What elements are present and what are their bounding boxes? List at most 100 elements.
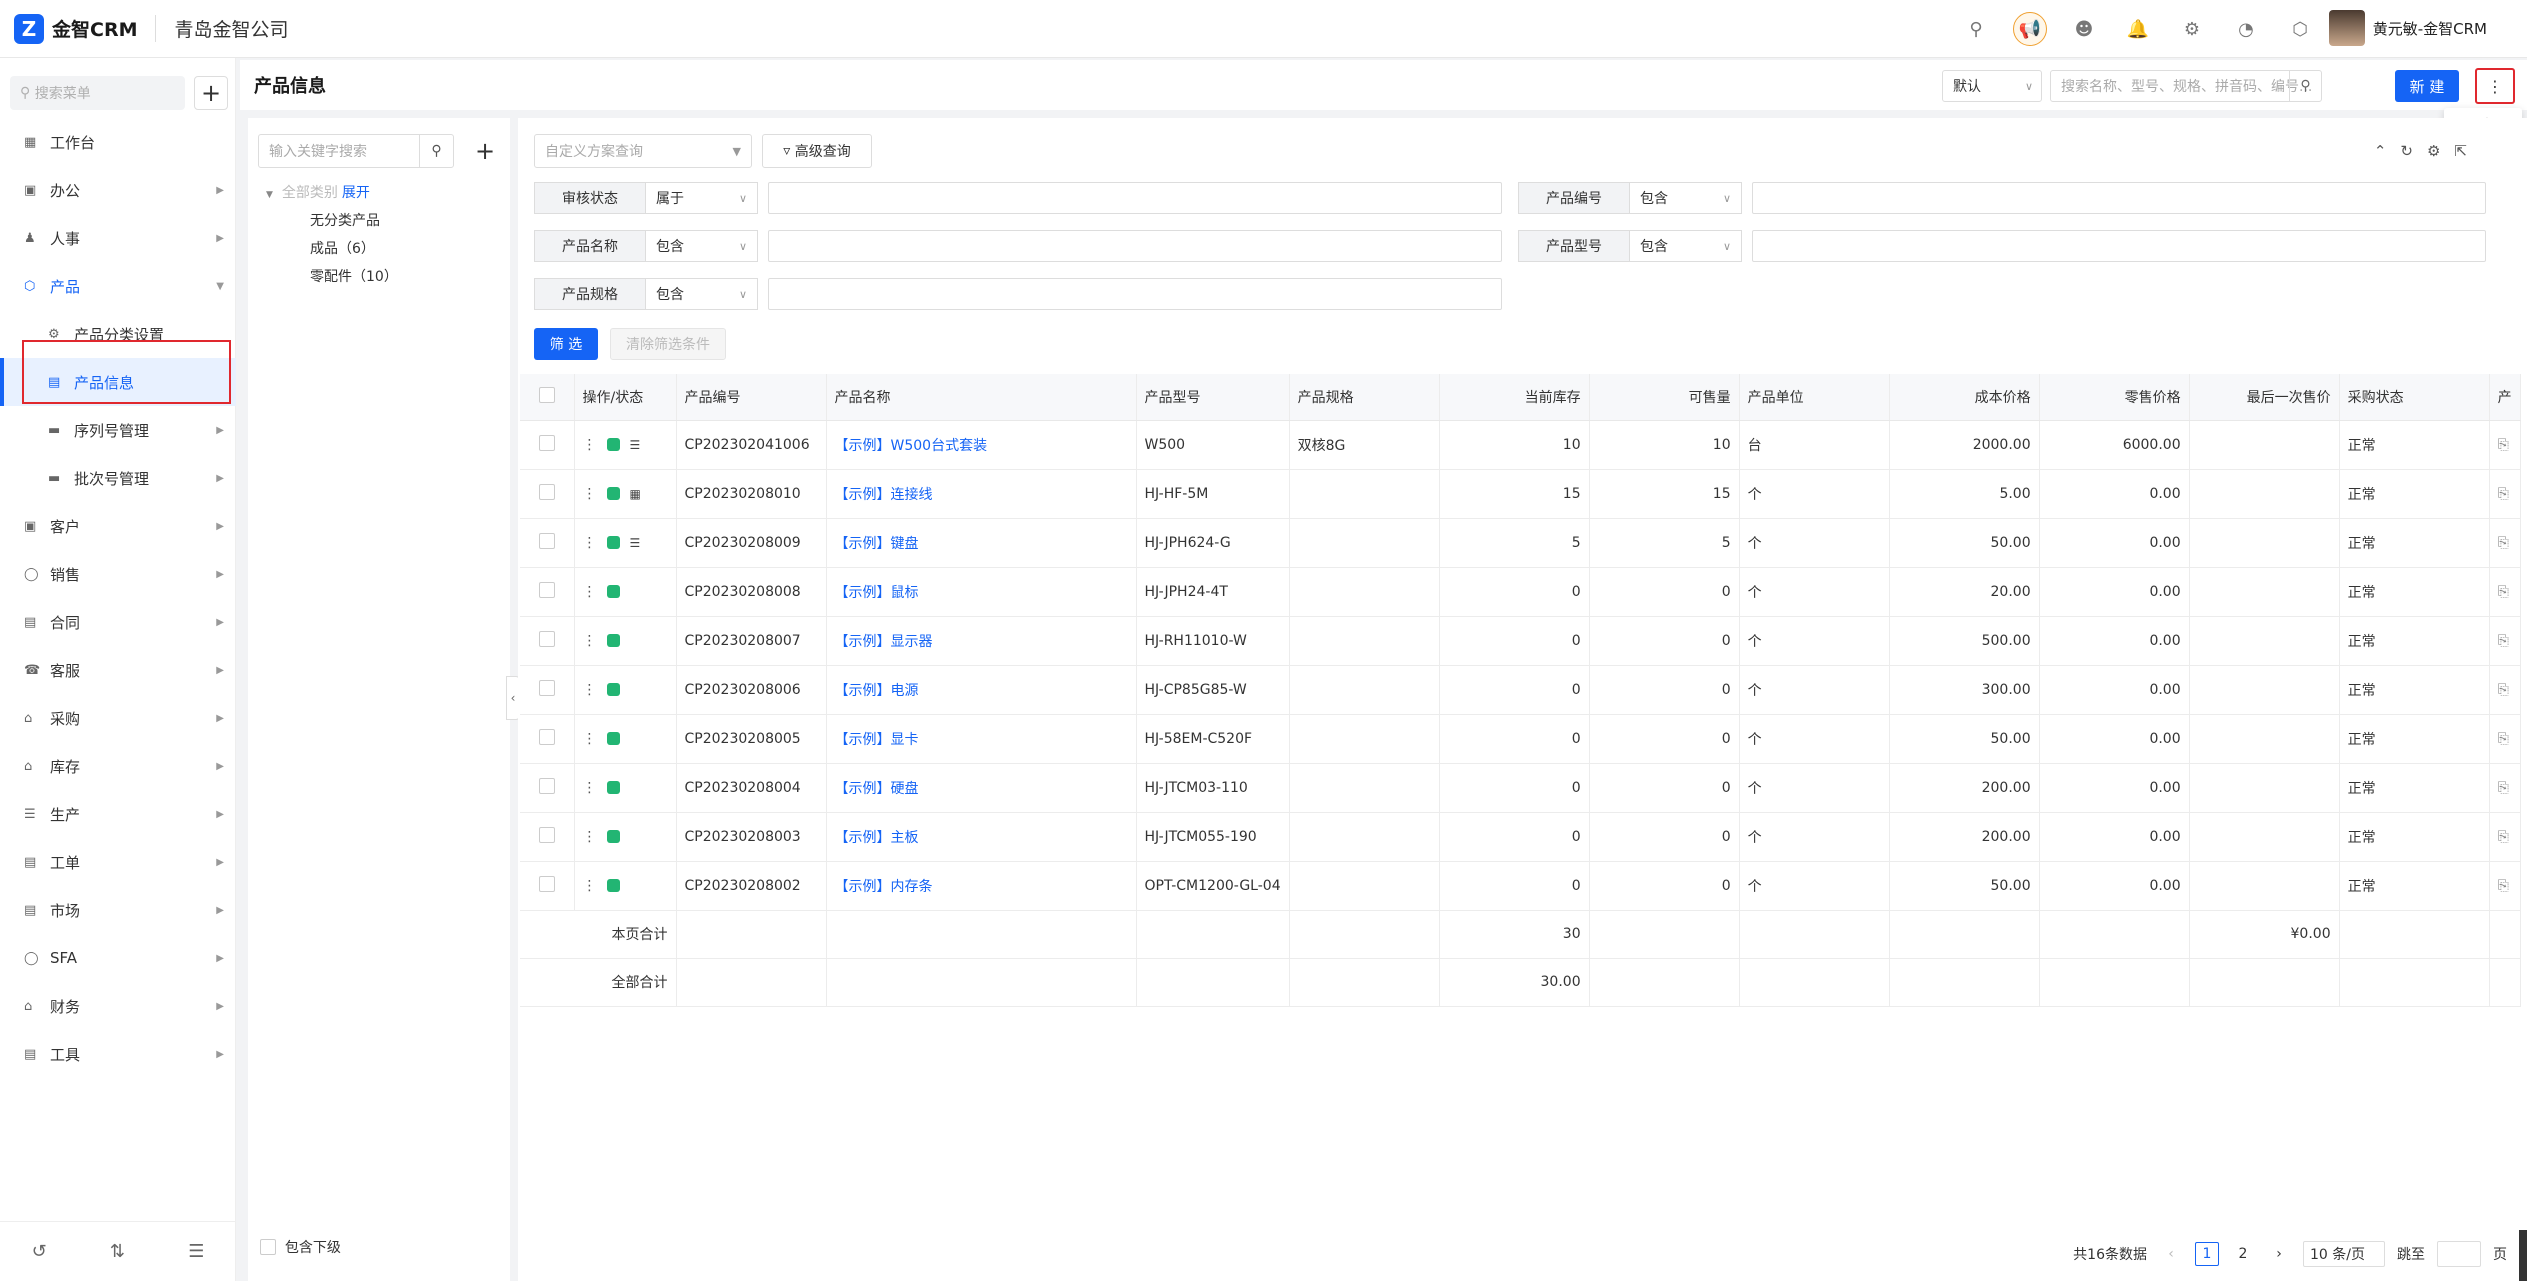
row-checkbox[interactable] [538, 434, 555, 451]
column-header[interactable]: 产品编号 [676, 374, 827, 421]
filter-operator-select[interactable]: 包含 ∨ [646, 230, 758, 262]
more-actions-icon[interactable]: ⋮ [583, 584, 597, 600]
product-name-link[interactable]: 【示例】显卡 [826, 714, 1137, 764]
include-sub-checkbox[interactable] [260, 1239, 276, 1255]
page-size-select[interactable]: 10 条/页 [2303, 1241, 2385, 1267]
sidebar-item-customer[interactable]: ▣ 客户 ▶ [0, 502, 236, 550]
list-tree-icon[interactable]: ☰ [630, 438, 641, 452]
bell-icon[interactable]: 🔔 [2121, 12, 2155, 46]
next-page-icon[interactable]: › [2267, 1242, 2291, 1266]
row-checkbox[interactable] [538, 777, 555, 794]
menu-search-input[interactable]: ⚲ 搜索菜单 [10, 76, 185, 110]
table-row[interactable]: ⋮ CP20230208004 【示例】硬盘 HJ-JTCM03-110 0 0… [520, 763, 2521, 813]
filter-button[interactable]: 筛 选 [534, 328, 598, 360]
sidebar-item-office[interactable]: ▣ 办公 ▶ [0, 166, 236, 214]
new-button[interactable]: 新 建 [2395, 70, 2459, 102]
clear-filter-button[interactable]: 清除筛选条件 [610, 328, 726, 360]
more-actions-icon[interactable]: ⋮ [583, 486, 597, 502]
sidebar-item-finance[interactable]: ⌂ 财务 ▶ [0, 982, 236, 1030]
page-number[interactable]: 2 [2231, 1242, 2255, 1266]
user-menu[interactable]: 黄元敏-金智CRM [2328, 10, 2487, 46]
tree-root[interactable]: ▼ 全部类别 展开 [266, 182, 370, 202]
sidebar-item-tools[interactable]: ▤ 工具 ▶ [0, 1030, 236, 1078]
sidebar-item-sales[interactable]: ◯ 销售 ▶ [0, 550, 236, 598]
filter-value-input[interactable] [768, 182, 1502, 214]
collapse-up-icon[interactable]: ⌃ [2374, 142, 2387, 160]
expand-link[interactable]: 展开 [342, 185, 370, 201]
more-actions-icon[interactable]: ⋮ [583, 829, 597, 845]
scrollbar[interactable] [2519, 1230, 2527, 1281]
column-header[interactable]: 产品单位 [1739, 374, 1890, 421]
more-actions-icon[interactable]: ⋮ [583, 780, 597, 796]
table-row[interactable]: ⋮ CP20230208002 【示例】内存条 OPT-CM1200-GL-04… [520, 861, 2521, 911]
collapse-menu-icon[interactable]: ☰ [188, 1241, 204, 1262]
filter-operator-select[interactable]: 包含 ∨ [1630, 230, 1742, 262]
add-category-button[interactable]: + [468, 134, 502, 168]
list-tree-icon[interactable]: ☰ [630, 536, 641, 550]
scheme-select[interactable]: 自定义方案查询 ▼ [534, 134, 752, 168]
row-checkbox[interactable] [538, 532, 555, 549]
row-checkbox[interactable] [538, 679, 555, 696]
column-header[interactable]: 产 [2489, 374, 2521, 421]
column-header[interactable]: 操作/状态 [574, 374, 677, 421]
column-header[interactable]: 产品名称 [826, 374, 1137, 421]
history-icon[interactable]: ↺ [32, 1241, 47, 1262]
product-name-link[interactable]: 【示例】显示器 [826, 616, 1137, 666]
refresh-icon[interactable]: ↻ [2400, 142, 2413, 160]
product-name-link[interactable]: 【示例】W500台式套装 [826, 420, 1137, 470]
table-row[interactable]: ⋮ CP20230208003 【示例】主板 HJ-JTCM055-190 0 … [520, 812, 2521, 862]
sidebar-item-service[interactable]: ☎ 客服 ▶ [0, 646, 236, 694]
sidebar-item-batch[interactable]: ▬ 批次号管理 ▶ [0, 454, 236, 502]
column-header[interactable]: 零售价格 [2039, 374, 2190, 421]
sidebar-item-sfa[interactable]: ◯ SFA ▶ [0, 934, 236, 982]
filter-operator-select[interactable]: 包含 ∨ [1630, 182, 1742, 214]
gear-icon[interactable]: ⚙ [2427, 142, 2440, 160]
product-search-input[interactable]: 搜索名称、型号、规格、拼音码、编号... ⚲ [2050, 70, 2322, 102]
column-header[interactable]: 采购状态 [2339, 374, 2490, 421]
search-icon[interactable]: ⚲ [1959, 12, 1993, 46]
more-actions-icon[interactable]: ⋮ [583, 633, 597, 649]
product-name-link[interactable]: 【示例】主板 [826, 812, 1137, 862]
view-select[interactable]: 默认 ∨ [1942, 70, 2042, 102]
product-name-link[interactable]: 【示例】硬盘 [826, 763, 1137, 813]
filter-value-input[interactable] [1752, 230, 2486, 262]
sidebar-item-contract[interactable]: ▤ 合同 ▶ [0, 598, 236, 646]
tree-search-input[interactable]: 输入关键字搜索 ⚲ [258, 134, 454, 168]
column-header[interactable]: 成本价格 [1889, 374, 2040, 421]
sidebar-item-market[interactable]: ▤ 市场 ▶ [0, 886, 236, 934]
column-header[interactable]: 产品型号 [1136, 374, 1290, 421]
fullscreen-icon[interactable]: ⇱ [2454, 142, 2467, 160]
search-icon[interactable]: ⚲ [2289, 71, 2321, 101]
column-header[interactable]: 当前库存 [1439, 374, 1590, 421]
row-checkbox[interactable] [538, 630, 555, 647]
tree-node[interactable]: 零配件（10） [310, 266, 398, 286]
column-header[interactable]: 最后一次售价 [2189, 374, 2340, 421]
sidebar-item-inventory[interactable]: ⌂ 库存 ▶ [0, 742, 236, 790]
include-sub-toggle[interactable]: 包含下级 [260, 1237, 341, 1257]
product-name-link[interactable]: 【示例】电源 [826, 665, 1137, 715]
pie-chart-icon[interactable]: ◔ [2229, 12, 2263, 46]
sidebar-item-production[interactable]: ☰ 生产 ▶ [0, 790, 236, 838]
row-checkbox[interactable] [538, 728, 555, 745]
sidebar-item-serial[interactable]: ▬ 序列号管理 ▶ [0, 406, 236, 454]
filter-value-input[interactable] [768, 278, 1502, 310]
jump-page-input[interactable] [2437, 1241, 2481, 1267]
search-icon[interactable]: ⚲ [419, 135, 453, 167]
table-row[interactable]: ⋮ CP20230208008 【示例】鼠标 HJ-JPH24-4T 0 0 个… [520, 567, 2521, 617]
app-logo[interactable]: Z 金智CRM [14, 13, 137, 44]
sidebar-item-product[interactable]: ⬡ 产品 ▼ [0, 262, 236, 310]
column-header[interactable]: 可售量 [1589, 374, 1740, 421]
filter-operator-select[interactable]: 属于 ∨ [646, 182, 758, 214]
row-checkbox[interactable] [538, 875, 555, 892]
barcode-icon[interactable]: ▦ [630, 487, 641, 501]
filter-value-input[interactable] [768, 230, 1502, 262]
tree-node[interactable]: 无分类产品 [310, 210, 380, 230]
table-row[interactable]: ⋮ CP20230208006 【示例】电源 HJ-CP85G85-W 0 0 … [520, 665, 2521, 715]
product-name-link[interactable]: 【示例】连接线 [826, 469, 1137, 519]
more-button[interactable]: ⋮ [2475, 68, 2515, 104]
more-actions-icon[interactable]: ⋮ [583, 682, 597, 698]
advanced-query-button[interactable]: ▿ 高级查询 [762, 134, 872, 168]
sidebar-item-workbench[interactable]: ▦ 工作台 [0, 118, 236, 166]
column-header[interactable]: 产品规格 [1289, 374, 1440, 421]
product-name-link[interactable]: 【示例】内存条 [826, 861, 1137, 911]
